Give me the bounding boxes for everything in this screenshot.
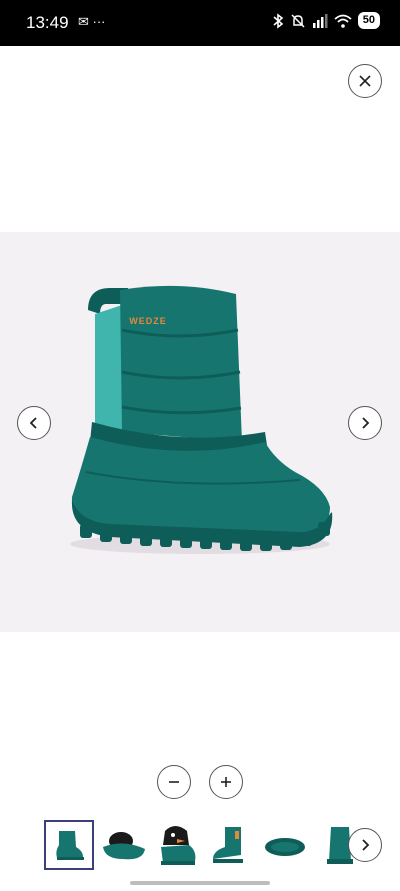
notification-icons: ✉ ··· xyxy=(78,14,106,29)
product-image-area: WEDZE xyxy=(0,232,400,632)
chevron-right-icon xyxy=(362,839,370,851)
home-indicator xyxy=(130,881,270,885)
bluetooth-icon xyxy=(273,12,284,29)
thumbnail-boot-side[interactable] xyxy=(44,820,94,870)
chevron-right-icon xyxy=(362,417,370,429)
minus-icon xyxy=(169,781,179,783)
next-image-button[interactable] xyxy=(348,406,382,440)
mute-icon xyxy=(291,13,305,28)
status-right-icons: 50 xyxy=(272,12,380,29)
thumbnail-image xyxy=(161,826,196,865)
brand-label: WEDZE xyxy=(129,316,167,326)
close-icon xyxy=(359,75,371,87)
battery-indicator: 50 xyxy=(357,12,380,29)
previous-image-button[interactable] xyxy=(17,406,51,440)
status-time: 13:49 xyxy=(26,13,69,32)
plus-icon xyxy=(221,777,231,787)
zoom-out-button[interactable] xyxy=(157,765,191,799)
thumbnail-boot-penguin[interactable] xyxy=(152,820,202,870)
close-button[interactable] xyxy=(348,64,382,98)
thumbnail-image xyxy=(103,832,145,860)
thumbnail-boot-sole[interactable] xyxy=(260,820,310,870)
thumbnail-image xyxy=(213,827,243,863)
signal-icon xyxy=(312,13,328,28)
thumbnail-boot-top[interactable] xyxy=(98,820,148,870)
thumbnail-boot-back[interactable] xyxy=(206,820,256,870)
status-bar: 13:49 ✉ ··· 50 xyxy=(0,0,400,46)
chevron-left-icon xyxy=(29,417,37,429)
product-image: WEDZE xyxy=(70,285,333,554)
thumbnail-image xyxy=(56,831,84,860)
next-thumbnails-button[interactable] xyxy=(348,828,382,862)
thumbnail-image xyxy=(265,838,305,856)
wifi-icon xyxy=(334,14,352,28)
zoom-in-button[interactable] xyxy=(209,765,243,799)
